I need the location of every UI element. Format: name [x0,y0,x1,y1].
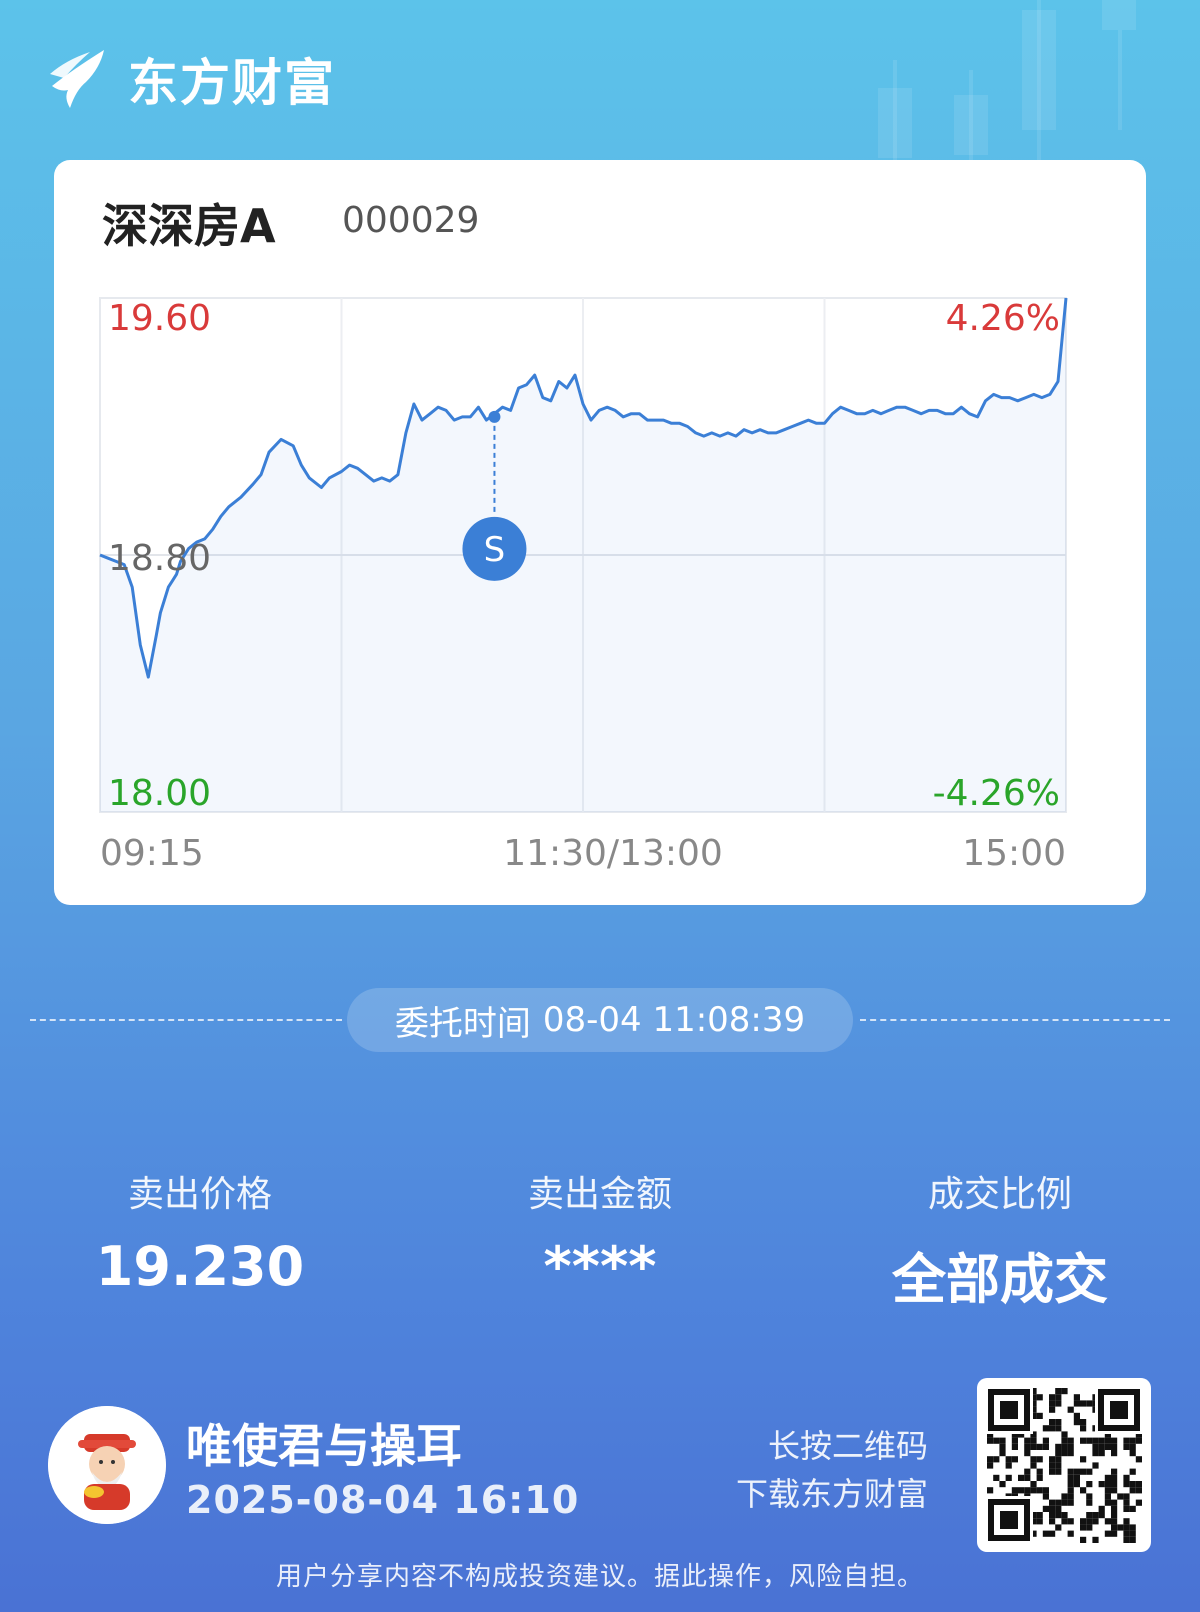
stat-value: **** [543,1235,657,1298]
qr-code-icon[interactable] [977,1378,1151,1552]
y-tick-label: 18.80 [108,538,211,579]
order-time-value: 08-04 11:08:39 [542,1000,806,1040]
disclaimer: 用户分享内容不构成投资建议。据此操作，风险自担。 [275,1562,924,1592]
stat-sell-amount: 卖出金额 **** [450,1165,750,1298]
stat-label: 卖出金额 [527,1174,672,1215]
eastmoney-logo-icon [50,50,104,108]
order-time-row: 委托时间 08-04 11:08:39 [0,988,1200,1052]
brand-name: 东方财富 [128,54,336,112]
marker-point [488,410,501,423]
stat-label: 卖出价格 [127,1174,272,1215]
god-of-wealth-avatar[interactable] [48,1406,166,1524]
stat-value: 全部成交 [892,1248,1108,1311]
stat-sell-price: 卖出价格 19.230 [50,1165,350,1298]
x-tick-label: 15:00 [962,833,1066,874]
qr-code-pattern [985,1386,1143,1544]
user-name: 唯使君与操耳 [186,1419,462,1473]
order-time-pill: 委托时间 08-04 11:08:39 [347,988,853,1052]
dashed-divider-left [30,1019,342,1021]
qr-hint: 长按二维码 下载东方财富 [736,1422,928,1518]
stat-value: 19.230 [95,1235,305,1298]
intraday-chart: S 19.60 18.80 18.00 4.26% -4.26% 09:15 11:30/1… [99,297,1068,874]
dashed-divider-right [860,1019,1170,1021]
header-decoration [870,0,1200,180]
stat-fill-ratio: 成交比例 全部成交 [850,1165,1150,1314]
brand: 东方财富 [46,44,336,114]
qr-hint-line1: 长按二维码 [767,1427,928,1465]
qr-hint-line2: 下载东方财富 [735,1475,928,1513]
share-time: 2025-08-04 16:10 [186,1478,580,1522]
stock-card[interactable]: 深深房A 000029 S 19.60 18.80 18.00 4.26% -4.26%… [54,160,1146,905]
order-time-label: 委托时间 [394,1003,531,1044]
y-tick-label-pct: 4.26% [946,298,1060,339]
marker-label: S [484,530,506,570]
y-tick-label: 19.60 [108,298,211,339]
y-tick-label-pct: -4.26% [933,773,1060,814]
y-tick-label: 18.00 [108,773,211,814]
x-tick-label: 09:15 [100,833,204,874]
avatar-illustration [48,1406,166,1524]
x-tick-label: 11:30/13:00 [503,833,723,874]
stat-label: 成交比例 [927,1174,1072,1215]
